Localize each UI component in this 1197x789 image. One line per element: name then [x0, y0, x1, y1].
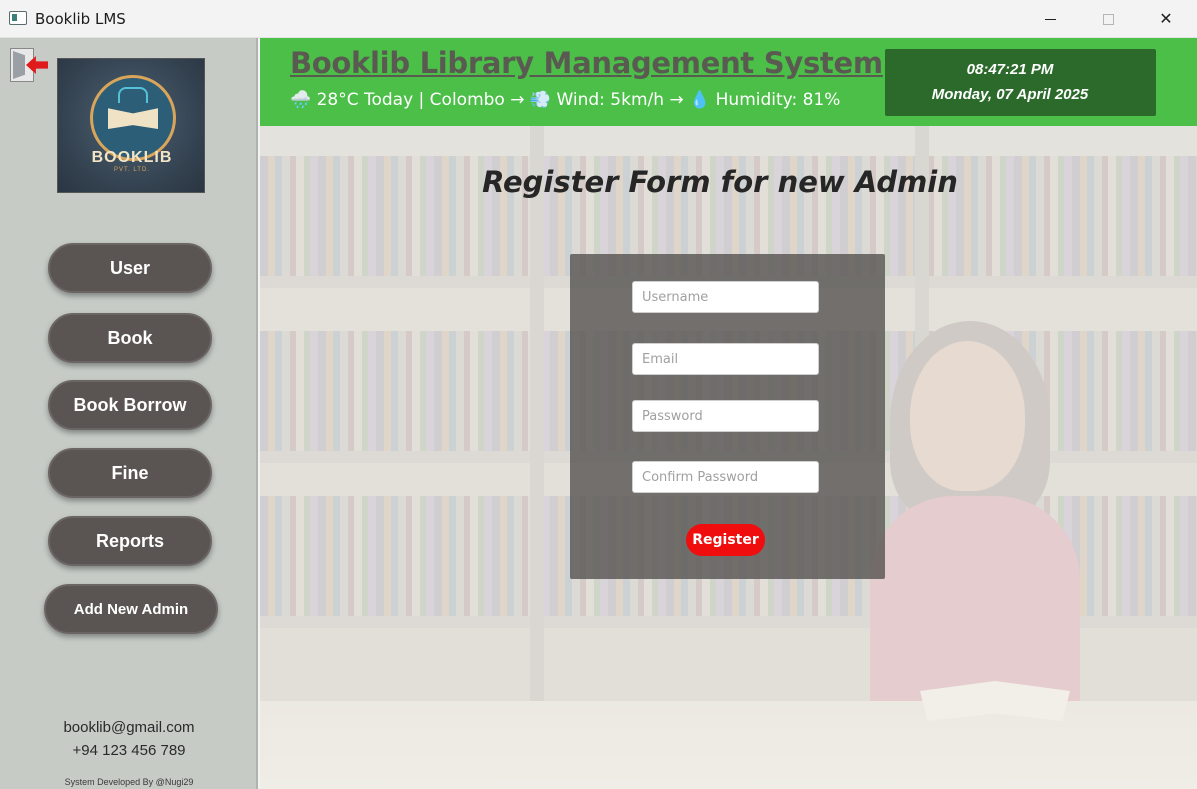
clock-date: Monday, 07 April 2025: [931, 86, 1089, 103]
clock-time: 08:47:21 PM: [966, 61, 1054, 78]
logo-circuit-icon: [118, 87, 148, 103]
maximize-icon: [1102, 14, 1114, 25]
password-input[interactable]: [632, 400, 819, 432]
weather-info: 🌧️ 28°C Today | Colombo → 💨 Wind: 5km/h …: [290, 90, 841, 110]
booklib-logo: BOOKLIB PVT. LTD.: [57, 58, 205, 193]
nav-book-button[interactable]: Book: [48, 313, 212, 363]
header-bar: Booklib Library Management System 🌧️ 28°…: [260, 38, 1197, 126]
minimize-icon: [1044, 19, 1056, 20]
register-form-panel: Register: [570, 254, 885, 579]
window-title-bar: Booklib LMS ✕: [0, 0, 1197, 38]
email-input[interactable]: [632, 343, 819, 375]
logo-text: BOOKLIB: [91, 149, 173, 166]
main-content: Booklib Library Management System 🌧️ 28°…: [260, 38, 1197, 789]
maximize-button[interactable]: [1079, 0, 1137, 38]
form-title: Register Form for new Admin: [482, 165, 958, 199]
nav-user-button[interactable]: User: [48, 243, 212, 293]
nav-add-new-admin-button[interactable]: Add New Admin: [44, 584, 218, 634]
page-title: Booklib Library Management System: [290, 46, 883, 80]
nav-reports-button[interactable]: Reports: [48, 516, 212, 566]
window-title: Booklib LMS: [35, 10, 126, 28]
contact-phone: +94 123 456 789: [72, 742, 186, 759]
username-input[interactable]: [632, 281, 819, 313]
nav-book-borrow-button[interactable]: Book Borrow: [48, 380, 212, 430]
exit-button[interactable]: [10, 48, 48, 82]
app-window-icon: [9, 11, 27, 25]
confirm-password-input[interactable]: [632, 461, 819, 493]
close-button[interactable]: ✕: [1137, 0, 1195, 38]
developer-credit: System Developed By @Nugi29: [64, 777, 194, 787]
logo-subtext: PVT. LTD.: [114, 167, 150, 173]
clock-panel: 08:47:21 PM Monday, 07 April 2025: [885, 49, 1156, 116]
sidebar: BOOKLIB PVT. LTD. User Book Book Borrow …: [0, 38, 258, 789]
register-button[interactable]: Register: [686, 524, 765, 556]
minimize-button[interactable]: [1021, 0, 1079, 38]
nav-fine-button[interactable]: Fine: [48, 448, 212, 498]
contact-email: booklib@gmail.com: [63, 719, 195, 736]
